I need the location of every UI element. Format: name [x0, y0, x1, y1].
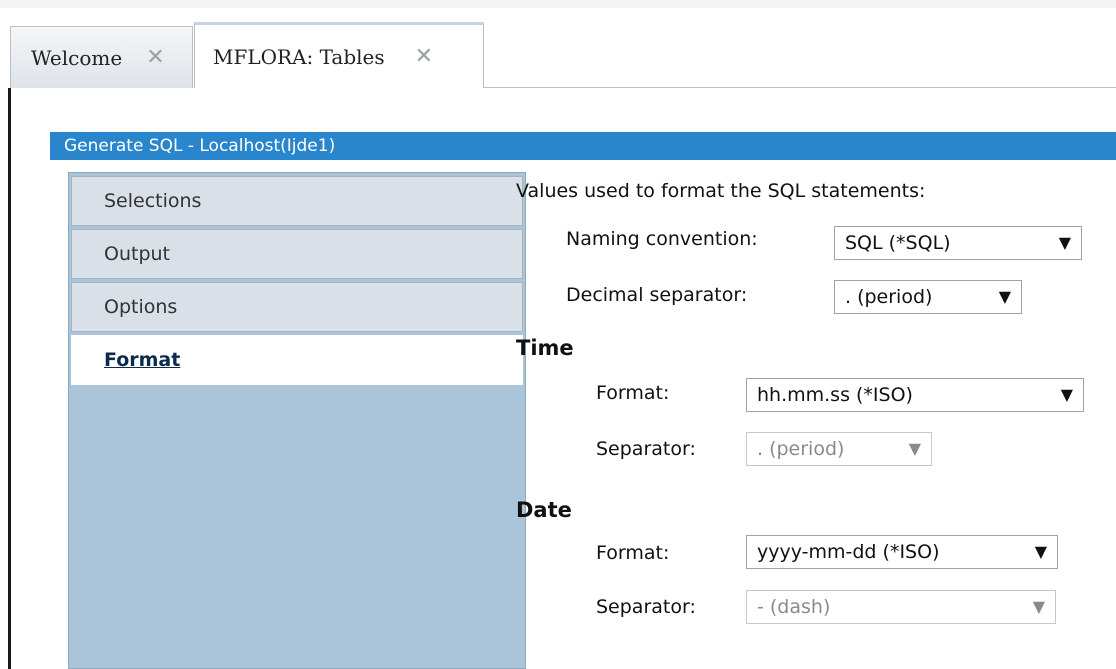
nav-item-selections[interactable]: Selections [71, 176, 523, 226]
nav-item-format[interactable]: Format [71, 335, 523, 385]
time-heading: Time [516, 336, 574, 360]
time-separator-select: . (period) ▼ [746, 432, 932, 466]
dropdown-arrow-icon: ▼ [998, 287, 1011, 306]
tab-tables-label: MFLORA: Tables [213, 44, 385, 69]
time-separator-label: Separator: [596, 438, 696, 460]
dropdown-arrow-icon: ▼ [1060, 385, 1073, 404]
format-intro-text: Values used to format the SQL statements… [516, 180, 926, 202]
date-separator-select: - (dash) ▼ [746, 590, 1056, 624]
date-separator-value: - (dash) [757, 596, 831, 618]
date-heading: Date [516, 498, 572, 522]
dialog-nav-panel: Selections Output Options Format [68, 172, 526, 669]
dropdown-arrow-icon: ▼ [1034, 542, 1047, 561]
date-separator-label: Separator: [596, 596, 696, 618]
date-format-label: Format: [596, 542, 670, 564]
time-format-select[interactable]: hh.mm.ss (*ISO) ▼ [746, 378, 1084, 412]
window-left-border [8, 88, 11, 669]
date-format-select[interactable]: yyyy-mm-dd (*ISO) ▼ [746, 535, 1058, 569]
dialog-title: Generate SQL - Localhost(Ijde1) [50, 132, 1116, 160]
date-format-value: yyyy-mm-dd (*ISO) [757, 541, 940, 563]
time-format-label: Format: [596, 382, 670, 404]
tab-underline [483, 87, 1116, 88]
time-separator-value: . (period) [757, 438, 845, 460]
decimal-separator-value: . (period) [845, 286, 933, 308]
naming-convention-select[interactable]: SQL (*SQL) ▼ [834, 226, 1082, 260]
dropdown-arrow-icon: ▼ [1058, 233, 1071, 252]
generate-sql-dialog: Generate SQL - Localhost(Ijde1) Selectio… [50, 132, 1116, 669]
close-icon[interactable]: ✕ [146, 45, 164, 70]
tab-welcome[interactable]: Welcome ✕ [10, 26, 193, 88]
dropdown-arrow-icon: ▼ [908, 439, 921, 458]
close-icon[interactable]: ✕ [415, 44, 433, 69]
tab-tables[interactable]: MFLORA: Tables ✕ [194, 22, 484, 88]
tab-welcome-label: Welcome [31, 45, 123, 70]
decimal-separator-label: Decimal separator: [566, 284, 748, 306]
nav-item-options[interactable]: Options [71, 282, 523, 332]
naming-convention-value: SQL (*SQL) [845, 232, 951, 254]
nav-item-output[interactable]: Output [71, 229, 523, 279]
dropdown-arrow-icon: ▼ [1032, 597, 1045, 616]
naming-convention-label: Naming convention: [566, 228, 758, 250]
decimal-separator-select[interactable]: . (period) ▼ [834, 280, 1022, 314]
top-strip [0, 0, 1116, 8]
time-format-value: hh.mm.ss (*ISO) [757, 384, 913, 406]
